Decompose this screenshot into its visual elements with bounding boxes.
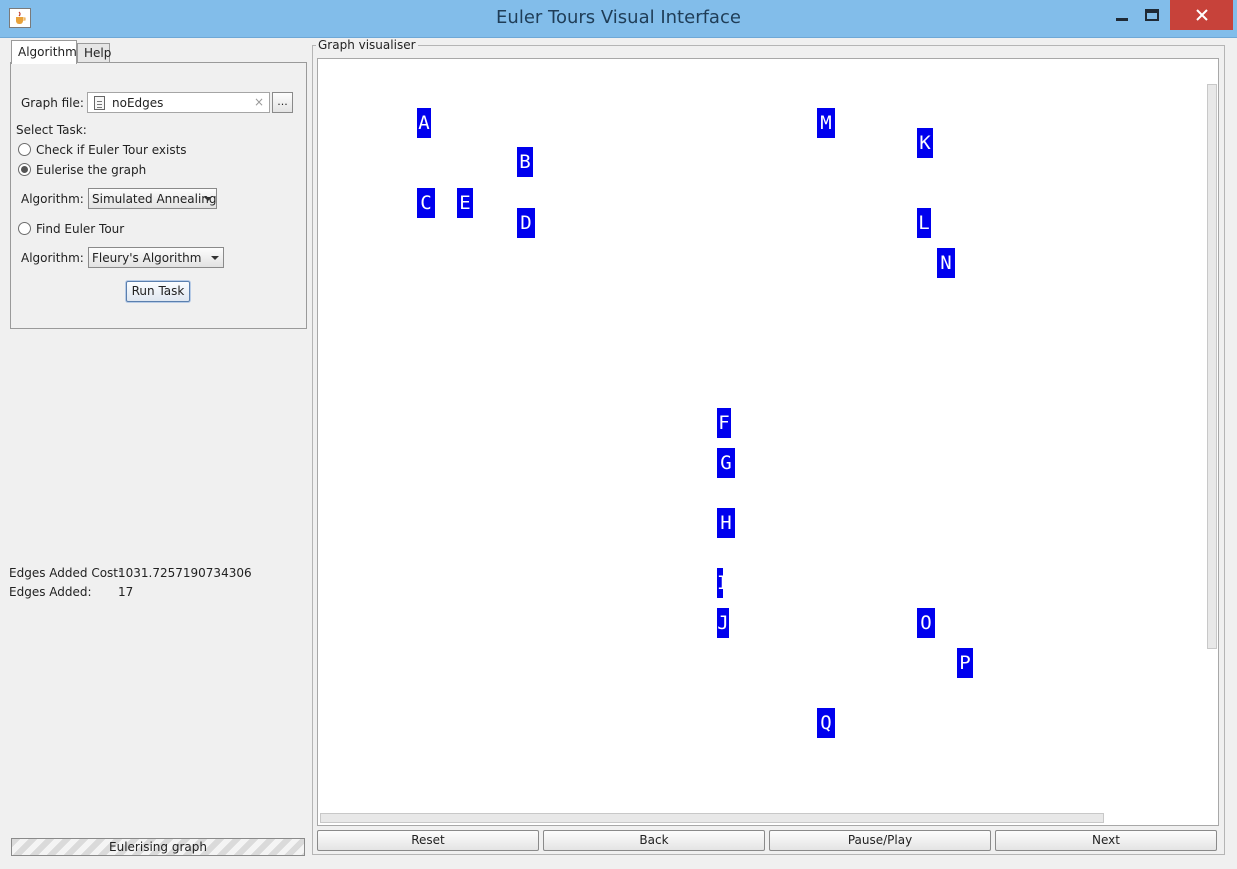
graph-node-a[interactable]: A: [417, 108, 431, 138]
browse-button[interactable]: ...: [272, 92, 293, 113]
horizontal-scrollbar[interactable]: [320, 813, 1104, 823]
pause-play-button[interactable]: Pause/Play: [769, 830, 991, 851]
maximize-icon[interactable]: [1138, 0, 1166, 30]
find-algorithm-label: Algorithm:: [21, 251, 84, 265]
graph-node-f[interactable]: F: [717, 408, 731, 438]
radio-eulerise-graph[interactable]: [18, 163, 31, 176]
graph-node-j[interactable]: J: [717, 608, 729, 638]
eulerise-algorithm-value: Simulated Annealing: [92, 192, 217, 206]
select-task-label: Select Task:: [16, 123, 87, 137]
clear-icon[interactable]: ×: [254, 95, 264, 109]
graph-file-field[interactable]: noEdges ×: [87, 92, 270, 113]
graph-node-o[interactable]: O: [917, 608, 935, 638]
next-button[interactable]: Next: [995, 830, 1217, 851]
edges-added-cost-label: Edges Added Cost:: [9, 566, 123, 580]
edges-added-label: Edges Added:: [9, 585, 92, 599]
graph-node-g[interactable]: G: [717, 448, 735, 478]
graph-visualiser-title: Graph visualiser: [316, 38, 418, 52]
find-algorithm-select[interactable]: Fleury's Algorithm: [88, 247, 224, 268]
chevron-down-icon: [204, 197, 212, 201]
progress-bar: Eulerising graph: [11, 838, 305, 856]
radio-find-euler-tour[interactable]: [18, 222, 31, 235]
graph-node-p[interactable]: P: [957, 648, 973, 678]
graph-node-d[interactable]: D: [517, 208, 535, 238]
graph-node-b[interactable]: B: [517, 147, 533, 177]
graph-node-i[interactable]: I: [717, 568, 728, 598]
minimize-icon[interactable]: [1108, 0, 1136, 30]
eulerise-algorithm-select[interactable]: Simulated Annealing: [88, 188, 217, 209]
graph-file-label: Graph file:: [21, 96, 84, 110]
back-button[interactable]: Back: [543, 830, 765, 851]
graph-node-h[interactable]: H: [717, 508, 735, 538]
graph-node-q[interactable]: Q: [817, 708, 835, 738]
graph-node-e[interactable]: E: [457, 188, 473, 218]
graph-node-l[interactable]: L: [917, 208, 931, 238]
graph-node-c[interactable]: C: [417, 188, 435, 218]
radio-check-euler-tour[interactable]: [18, 143, 31, 156]
graph-node-k[interactable]: K: [917, 128, 933, 158]
task-check-label: Check if Euler Tour exists: [36, 143, 187, 157]
file-icon: [94, 96, 105, 110]
window-title: Euler Tours Visual Interface: [496, 7, 741, 28]
graph-canvas[interactable]: [317, 58, 1219, 826]
find-algorithm-value: Fleury's Algorithm: [92, 251, 202, 265]
edges-added-value: 17: [118, 585, 134, 599]
run-task-button[interactable]: Run Task: [126, 281, 190, 302]
reset-button[interactable]: Reset: [317, 830, 539, 851]
edges-added-cost-value: 1031.7257190734306: [118, 566, 252, 580]
task-find-label: Find Euler Tour: [36, 222, 125, 236]
graph-node-m[interactable]: M: [817, 108, 835, 138]
eulerise-algorithm-label: Algorithm:: [21, 192, 84, 206]
graph-node-n[interactable]: N: [937, 248, 955, 278]
tab-help[interactable]: Help: [77, 43, 111, 63]
vertical-scrollbar[interactable]: [1207, 84, 1217, 649]
title-bar: Euler Tours Visual Interface: [0, 0, 1237, 38]
task-eulerise-label: Eulerise the graph: [36, 163, 147, 177]
graph-file-value: noEdges: [112, 96, 164, 110]
tab-algorithm[interactable]: Algorithm: [11, 40, 77, 64]
chevron-down-icon: [211, 256, 219, 260]
close-icon[interactable]: [1170, 0, 1233, 30]
